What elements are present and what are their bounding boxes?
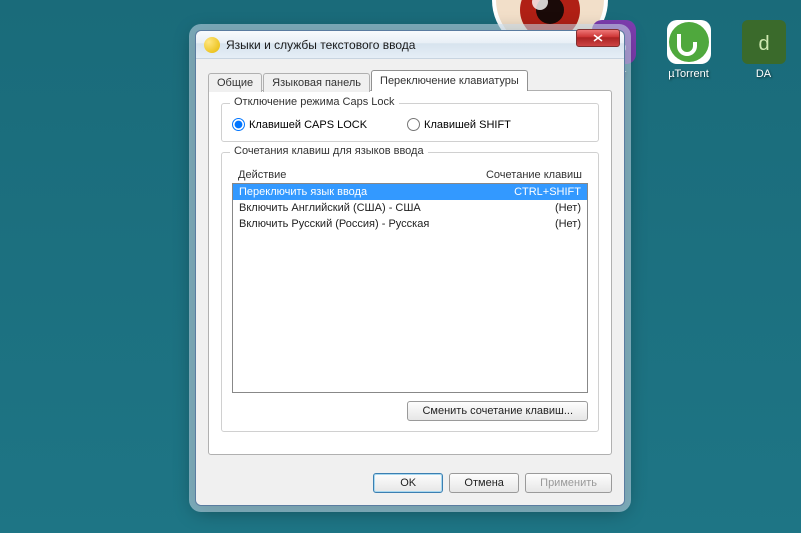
capslock-group-title: Отключение режима Caps Lock: [230, 96, 399, 108]
window-title: Языки и службы текстового ввода: [226, 38, 620, 52]
col-combo: Сочетание клавиш: [486, 169, 582, 181]
app-icon: [204, 37, 220, 53]
radio-shift-label: Клавишей SHIFT: [424, 119, 511, 131]
close-button[interactable]: [576, 29, 620, 47]
dialog-footer: OK Отмена Применить: [196, 463, 624, 505]
list-row-combo: (Нет): [555, 218, 581, 230]
desktop-icon-da[interactable]: d DA: [736, 20, 791, 80]
change-hotkey-button[interactable]: Сменить сочетание клавиш...: [407, 401, 588, 421]
tab-strip: Общие Языковая панель Переключение клави…: [208, 69, 612, 91]
desktop-icon-label: DA: [756, 68, 771, 80]
tab-panel-keyboard-switch: Отключение режима Caps Lock Клавишей CAP…: [208, 90, 612, 455]
hotkeys-group-title: Сочетания клавиш для языков ввода: [230, 145, 428, 157]
radio-caps-lock-label: Клавишей CAPS LOCK: [249, 119, 367, 131]
hotkeys-group: Сочетания клавиш для языков ввода Действ…: [221, 152, 599, 432]
radio-shift[interactable]: Клавишей SHIFT: [407, 118, 511, 131]
titlebar[interactable]: Языки и службы текстового ввода: [196, 31, 624, 59]
da-icon: d: [742, 20, 786, 64]
capslock-group: Отключение режима Caps Lock Клавишей CAP…: [221, 103, 599, 142]
radio-caps-lock[interactable]: Клавишей CAPS LOCK: [232, 118, 367, 131]
list-row-action: Включить Русский (Россия) - Русская: [239, 218, 429, 230]
utorrent-icon: [667, 20, 711, 64]
desktop-icon-label: µTorrent: [668, 68, 709, 80]
ok-button[interactable]: OK: [373, 473, 443, 493]
list-row-combo: CTRL+SHIFT: [514, 186, 581, 198]
tab-keyboard-switch[interactable]: Переключение клавиатуры: [371, 70, 528, 91]
radio-caps-lock-input[interactable]: [232, 118, 245, 131]
hotkeys-listbox[interactable]: Переключить язык ввода CTRL+SHIFT Включить…: [232, 183, 588, 393]
hotkeys-list-header: Действие Сочетание клавиш: [232, 167, 588, 183]
desktop-icon-utorrent[interactable]: µTorrent: [661, 20, 716, 80]
list-row[interactable]: Включить Английский (США) - США (Нет): [233, 200, 587, 216]
svg-text:d: d: [758, 33, 769, 55]
list-row-combo: (Нет): [555, 202, 581, 214]
tab-language-bar[interactable]: Языковая панель: [263, 73, 370, 92]
radio-shift-input[interactable]: [407, 118, 420, 131]
apply-button[interactable]: Применить: [525, 473, 612, 493]
list-row[interactable]: Переключить язык ввода CTRL+SHIFT: [233, 184, 587, 200]
col-action: Действие: [238, 169, 286, 181]
list-row[interactable]: Включить Русский (Россия) - Русская (Нет): [233, 216, 587, 232]
text-services-dialog: Языки и службы текстового ввода Общие Яз…: [195, 30, 625, 506]
list-row-action: Переключить язык ввода: [239, 186, 367, 198]
tab-general[interactable]: Общие: [208, 73, 262, 92]
cancel-button[interactable]: Отмена: [449, 473, 519, 493]
list-row-action: Включить Английский (США) - США: [239, 202, 421, 214]
